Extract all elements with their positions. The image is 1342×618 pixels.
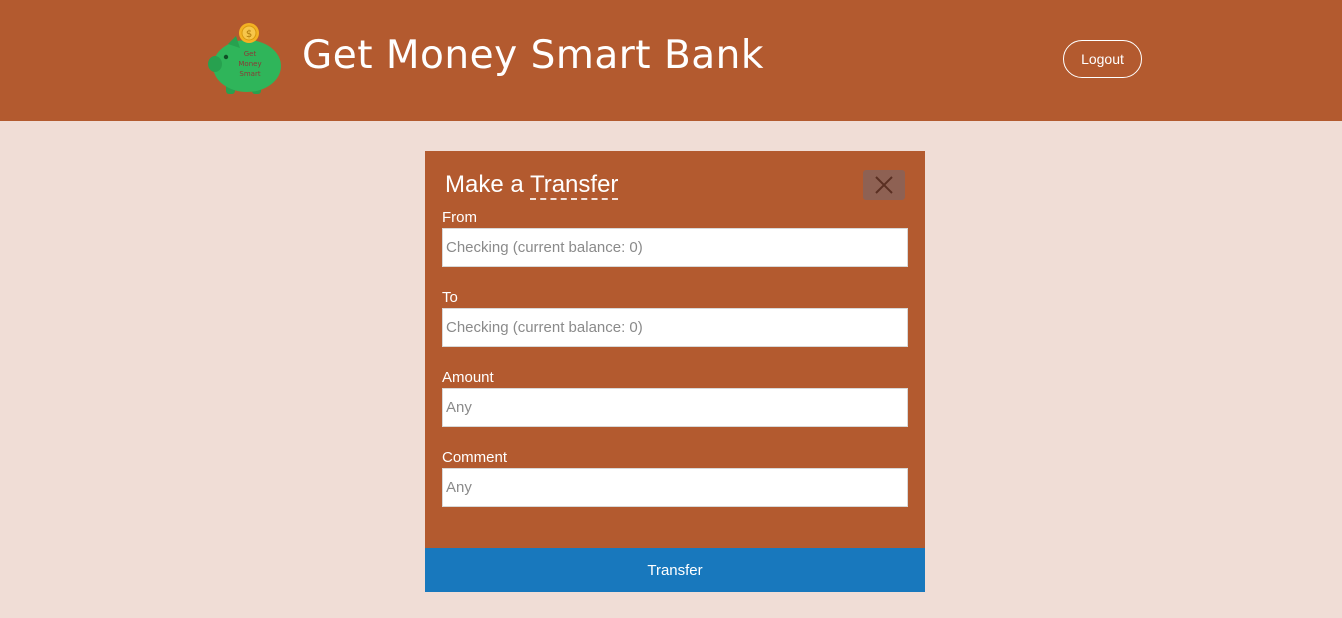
amount-field[interactable] (442, 388, 908, 427)
to-field[interactable] (442, 308, 908, 347)
app-header: $ Get Money Smart Get Money Smart Bank L… (0, 0, 1342, 121)
transfer-dialog: Make a Transfer From To Amount Comment T… (425, 151, 925, 592)
from-field[interactable] (442, 228, 908, 267)
comment-label: Comment (442, 449, 508, 466)
coin-symbol: $ (246, 29, 252, 40)
dialog-title-emphasis: Transfer (529, 171, 619, 200)
dialog-title-prefix: Make a (445, 171, 530, 198)
comment-field[interactable] (442, 468, 908, 507)
svg-text:Money: Money (238, 60, 261, 68)
transfer-button[interactable]: Transfer (425, 548, 925, 592)
svg-text:Smart: Smart (239, 70, 260, 78)
dialog-title: Make a Transfer (445, 171, 619, 200)
from-label: From (442, 209, 477, 226)
app-title: Get Money Smart Bank (302, 33, 764, 78)
piggy-bank-logo: $ Get Money Smart (206, 20, 286, 100)
close-button[interactable] (863, 170, 905, 200)
svg-text:Get: Get (244, 50, 257, 58)
to-label: To (442, 289, 458, 306)
close-icon (875, 176, 893, 194)
amount-label: Amount (442, 369, 494, 386)
logout-button[interactable]: Logout (1063, 40, 1142, 78)
